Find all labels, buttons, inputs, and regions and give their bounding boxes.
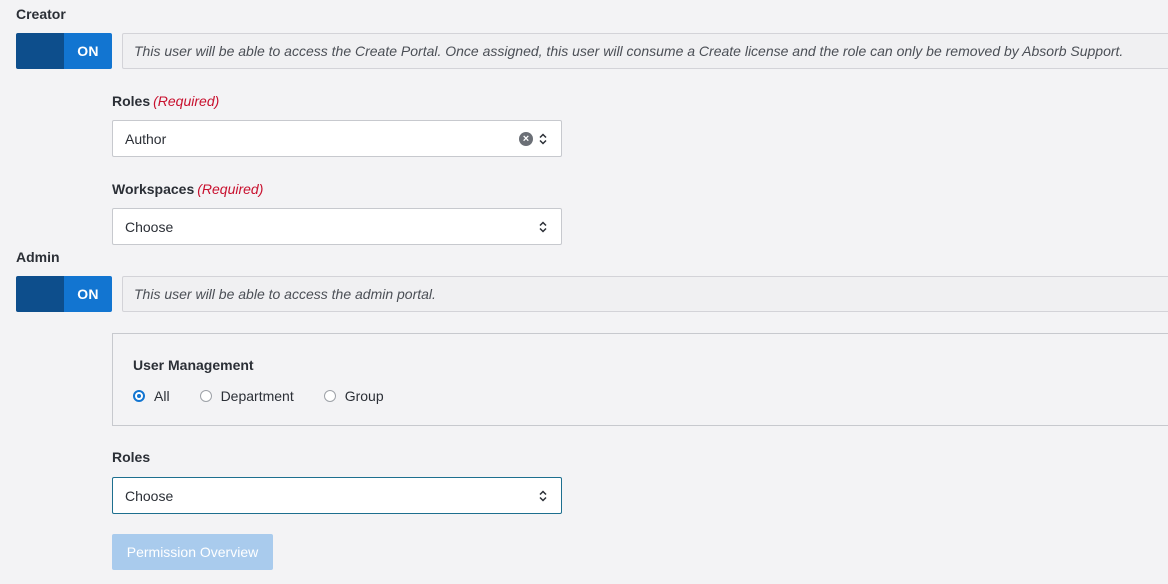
admin-toggle[interactable]: ON [16,276,112,312]
toggle-state-label: ON [64,33,112,69]
radio-unchecked-icon[interactable] [199,390,212,402]
admin-description: This user will be able to access the adm… [122,276,1168,312]
select-value: Choose [125,218,174,235]
admin-section-label: Admin [16,249,60,265]
clear-icon[interactable]: × [519,131,533,146]
creator-roles-label: Roles (Required) [112,93,219,109]
radio-label: Group [344,388,384,404]
radio-label: Department [220,388,294,404]
radio-label: All [154,388,170,404]
user-management-panel: User Management All Department Group [112,333,1168,426]
radio-unchecked-icon[interactable] [323,390,336,402]
select-value: Choose [125,487,174,504]
admin-roles-label: Roles [112,449,151,465]
radio-group[interactable]: Group [323,388,384,404]
creator-workspaces-select[interactable]: Choose [112,208,562,245]
radio-checked-icon[interactable] [133,390,145,402]
admin-roles-select[interactable]: Choose [112,477,562,514]
select-value: Author [125,130,167,147]
chevron-updown-icon [538,132,548,145]
chevron-updown-icon [538,489,548,502]
creator-roles-select[interactable]: Author × [112,120,562,157]
creator-toggle[interactable]: ON [16,33,112,69]
user-management-radio-group: All Department Group [133,388,414,404]
toggle-knob [16,276,64,312]
toggle-state-label: ON [64,276,112,312]
workspaces-label-text: Workspaces [112,181,195,197]
permission-overview-button[interactable]: Permission Overview [112,534,273,570]
roles-label-text: Roles [112,93,151,109]
chevron-updown-icon [538,220,548,233]
user-management-title: User Management [133,357,254,373]
radio-all[interactable]: All [133,388,170,404]
required-indicator: (Required) [153,93,220,109]
creator-section-label: Creator [16,6,66,22]
radio-department[interactable]: Department [199,388,294,404]
creator-description: This user will be able to access the Cre… [122,33,1168,69]
required-indicator: (Required) [197,181,264,197]
toggle-knob [16,33,64,69]
creator-workspaces-label: Workspaces (Required) [112,181,263,197]
